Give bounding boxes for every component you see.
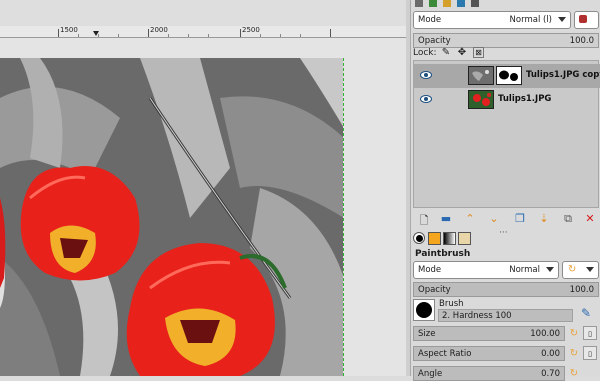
horizontal-ruler[interactable]: 1500 2000 2500 [0,26,406,38]
ruler-tick [118,34,119,37]
ruler-tick [280,34,281,37]
lock-pixels-icon[interactable]: ✎ [439,46,453,60]
right-dock: Mode Normal (l) Opacity 100.0 Lock: ✎ ✥ … [410,0,600,381]
ruler-tick [188,34,189,37]
raise-layer-icon[interactable]: ⌃ [463,212,477,225]
dock-grip-icon[interactable]: ··· [499,228,508,238]
layer-name: Tulips1.JPG copy [526,70,600,80]
layer-row[interactable]: Tulips1.JPG copy [414,64,600,88]
layer-opacity-value: 100.0 [569,36,594,46]
aspect-ratio-spin[interactable]: Aspect Ratio 0.00 [413,346,565,361]
tool-title: Paintbrush [415,249,471,259]
history-tab-icon[interactable] [471,0,479,7]
brush-mode-reset-button[interactable]: ↻ [562,261,599,279]
tulip-photo[interactable] [0,58,344,376]
brush-tab-icon[interactable] [413,232,425,244]
anchor-layer-icon[interactable]: ⇣ [537,212,551,225]
layer-thumbnail [468,66,494,85]
layer-actions-bar: 🗋 ▬ ⌃ ⌄ ❐ ⇣ ⧉ ✕ [411,210,600,228]
undo-tab-icon[interactable] [457,0,465,7]
eye-icon[interactable] [420,94,432,104]
chevron-down-icon [558,17,566,22]
brush-mode-label: Mode [418,265,442,275]
aspect-ratio-value: 0.00 [541,349,560,359]
brush-angle-spin[interactable]: Angle 0.70 [413,366,565,381]
lock-position-icon[interactable]: ✥ [455,46,469,60]
composite-icon [579,15,587,23]
ruler-tick [300,34,301,37]
reset-angle-icon[interactable]: ↻ [567,367,581,381]
ruler-tick [148,29,149,37]
ruler-tick [260,34,261,37]
layer-mode-label: Mode [418,15,442,25]
ruler-tick [208,34,209,37]
link-size-icon[interactable]: ▯ [583,326,597,340]
eye-icon[interactable] [420,70,432,80]
ruler-label-1: 1500 [60,26,78,34]
reset-size-icon[interactable]: ↻ [567,327,581,341]
layer-mode-combo[interactable]: Mode Normal (l) [413,11,571,29]
brush-opacity-spin[interactable]: Opacity 100.0 [413,282,599,297]
lower-layer-icon[interactable]: ⌄ [487,212,501,225]
layer-name: Tulips1.JPG [498,94,552,104]
ruler-tick [330,29,331,37]
layers-list[interactable]: Tulips1.JPG copy Tulips1.JPG [413,60,600,208]
brush-mode-combo[interactable]: Mode Normal [413,261,559,279]
gradient-tab-icon[interactable] [443,232,456,245]
ruler-pointer-marker [93,31,99,36]
pattern-tab-icon[interactable] [428,232,441,245]
lock-label: Lock: [413,48,437,58]
aspect-ratio-label: Aspect Ratio [418,349,472,359]
channels-tab-icon[interactable] [429,0,437,7]
reset-icon: ↻ [568,264,577,275]
brush-preview-button[interactable] [413,299,435,321]
delete-layer-icon[interactable]: ✕ [583,212,597,225]
brush-label: Brush [439,299,464,309]
brush-angle-value: 0.70 [541,369,560,379]
layer-row[interactable]: Tulips1.JPG [414,88,600,112]
chevron-down-icon [546,267,554,272]
ruler-tick [78,34,79,37]
dock-tab-icons [411,0,600,9]
canvas-top-strip [0,0,406,26]
layer-thumbnail [468,90,494,109]
lock-row: Lock: ✎ ✥ ⊠ [411,46,600,60]
new-layer-icon[interactable]: 🗋 [417,212,431,231]
ruler-tick [58,29,59,37]
layers-tab-icon[interactable] [415,0,423,7]
duplicate-layer-icon[interactable]: ❐ [513,212,527,225]
edit-brush-icon[interactable]: ✎ [579,306,593,320]
brush-opacity-label: Opacity [418,285,451,295]
brush-mode-value: Normal [509,265,540,275]
brush-size-label: Size [418,329,436,339]
image-canvas-area[interactable]: 1500 2000 2500 [0,0,406,376]
font-tab-icon[interactable] [458,232,471,245]
ruler-label-3: 2500 [242,26,260,34]
brush-opacity-value: 100.0 [569,285,594,295]
brush-shape-icon [416,302,432,318]
new-layer-group-icon[interactable]: ▬ [439,212,453,225]
chevron-down-icon [586,267,594,272]
lock-alpha-icon[interactable]: ⊠ [473,47,484,58]
link-aspect-icon[interactable]: ▯ [583,346,597,360]
reset-aspect-icon[interactable]: ↻ [567,347,581,361]
layer-mode-value: Normal (l) [509,15,552,25]
brush-name-field[interactable]: 2. Hardness 100 [438,309,573,322]
layer-opacity-label: Opacity [418,36,451,46]
ruler-label-2: 2000 [150,26,168,34]
brush-size-value: 100.00 [530,329,560,339]
layer-mask-thumbnail [496,66,522,85]
ruler-tick [168,34,169,37]
layer-mode-row: Mode Normal (l) [411,11,600,31]
paths-tab-icon[interactable] [443,0,451,7]
brush-angle-label: Angle [418,369,443,379]
layer-composite-button[interactable] [574,11,599,29]
brush-size-spin[interactable]: Size 100.00 [413,326,565,341]
ruler-tick [240,29,241,37]
merge-layer-icon[interactable]: ⧉ [561,212,575,226]
